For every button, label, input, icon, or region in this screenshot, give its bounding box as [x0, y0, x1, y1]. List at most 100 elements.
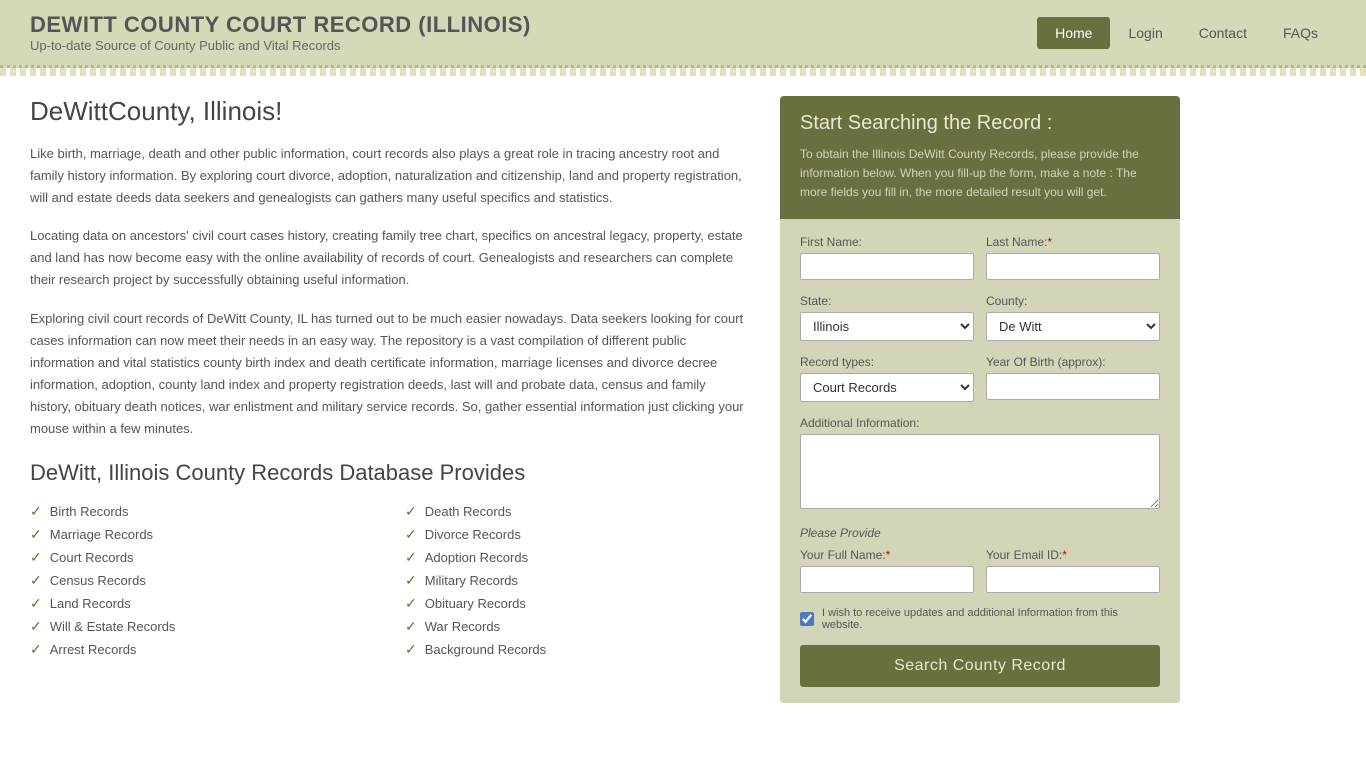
email-input[interactable]	[986, 566, 1160, 593]
paragraph-2: Locating data on ancestors' civil court …	[30, 225, 750, 291]
dot-strip	[0, 68, 1366, 76]
newsletter-checkbox[interactable]	[800, 612, 814, 626]
first-name-group: First Name:	[800, 235, 974, 280]
list-item: ✓ Background Records	[405, 638, 750, 661]
search-form-panel: Start Searching the Record : To obtain t…	[780, 96, 1180, 703]
list-item: ✓ Death Records	[405, 500, 750, 523]
nav-home[interactable]: Home	[1037, 17, 1110, 49]
newsletter-checkbox-row: I wish to receive updates and additional…	[800, 607, 1160, 631]
form-header: Start Searching the Record : To obtain t…	[780, 96, 1180, 219]
record-label: Birth Records	[50, 504, 129, 519]
record-label: Land Records	[50, 596, 131, 611]
county-group: County: De Witt Cook Lake DuPage	[986, 294, 1160, 341]
email-label: Your Email ID:*	[986, 548, 1160, 562]
last-name-input[interactable]	[986, 253, 1160, 280]
year-birth-input[interactable]	[986, 373, 1160, 400]
form-title: Start Searching the Record :	[800, 112, 1160, 135]
newsletter-label: I wish to receive updates and additional…	[822, 607, 1160, 631]
records-grid: ✓Birth Records✓Marriage Records✓Court Re…	[30, 500, 750, 661]
site-subtitle: Up-to-date Source of County Public and V…	[30, 38, 531, 53]
record-label: Arrest Records	[50, 642, 137, 657]
record-year-row: Record types: Court Records Birth Record…	[800, 355, 1160, 402]
check-icon: ✓	[405, 618, 417, 635]
state-group: State: Illinois Alabama Alaska Arizona	[800, 294, 974, 341]
state-county-row: State: Illinois Alabama Alaska Arizona C…	[800, 294, 1160, 341]
check-icon: ✓	[30, 503, 42, 520]
full-name-label: Your Full Name:*	[800, 548, 974, 562]
record-label: Court Records	[50, 550, 134, 565]
record-type-group: Record types: Court Records Birth Record…	[800, 355, 974, 402]
first-name-input[interactable]	[800, 253, 974, 280]
right-sidebar: Start Searching the Record : To obtain t…	[780, 96, 1180, 703]
record-label: Military Records	[425, 573, 518, 588]
list-item: ✓ Will & Estate Records	[30, 615, 375, 638]
record-label: Background Records	[425, 642, 546, 657]
records-left-col: ✓Birth Records✓Marriage Records✓Court Re…	[30, 500, 375, 661]
form-body: First Name: Last Name:* State:	[780, 219, 1180, 703]
list-item: ✓ Census Records	[30, 569, 375, 592]
year-birth-label: Year Of Birth (approx):	[986, 355, 1160, 369]
paragraph-3: Exploring civil court records of DeWitt …	[30, 308, 750, 441]
full-name-input[interactable]	[800, 566, 974, 593]
check-icon: ✓	[30, 549, 42, 566]
list-item: ✓ Court Records	[30, 546, 375, 569]
record-label: Will & Estate Records	[50, 619, 176, 634]
record-label: Obituary Records	[425, 596, 526, 611]
county-select[interactable]: De Witt Cook Lake DuPage	[986, 312, 1160, 341]
section-heading: DeWitt, Illinois County Records Database…	[30, 460, 750, 486]
state-select[interactable]: Illinois Alabama Alaska Arizona	[800, 312, 974, 341]
check-icon: ✓	[30, 618, 42, 635]
check-icon: ✓	[405, 526, 417, 543]
first-name-label: First Name:	[800, 235, 974, 249]
main-nav: Home Login Contact FAQs	[1037, 17, 1336, 49]
check-icon: ✓	[405, 641, 417, 658]
additional-info-textarea[interactable]	[800, 434, 1160, 509]
page-heading: DeWittCounty, Illinois!	[30, 96, 750, 127]
list-item: ✓Obituary Records	[405, 592, 750, 615]
site-header: DEWITT COUNTY COURT RECORD (ILLINOIS) Up…	[0, 0, 1366, 68]
list-item: ✓ Military Records	[405, 569, 750, 592]
record-label: Death Records	[425, 504, 512, 519]
name-row: First Name: Last Name:*	[800, 235, 1160, 280]
check-icon: ✓	[405, 572, 417, 589]
record-type-label: Record types:	[800, 355, 974, 369]
left-content: DeWittCounty, Illinois! Like birth, marr…	[30, 96, 750, 703]
check-icon: ✓	[30, 595, 42, 612]
main-container: DeWittCounty, Illinois! Like birth, marr…	[0, 76, 1366, 723]
state-label: State:	[800, 294, 974, 308]
record-label: Census Records	[50, 573, 146, 588]
nav-login[interactable]: Login	[1110, 17, 1180, 49]
check-icon: ✓	[405, 503, 417, 520]
record-label: Marriage Records	[50, 527, 153, 542]
additional-info-label: Additional Information:	[800, 416, 1160, 430]
nav-contact[interactable]: Contact	[1181, 17, 1265, 49]
list-item: ✓Marriage Records	[30, 523, 375, 546]
form-description: To obtain the Illinois DeWitt County Rec…	[800, 145, 1160, 203]
record-type-select[interactable]: Court Records Birth Records Marriage Rec…	[800, 373, 974, 402]
full-name-group: Your Full Name:*	[800, 548, 974, 593]
check-icon: ✓	[30, 572, 42, 589]
last-name-group: Last Name:*	[986, 235, 1160, 280]
list-item: ✓ Birth Records	[30, 500, 375, 523]
list-item: ✓ War Records	[405, 615, 750, 638]
email-group: Your Email ID:*	[986, 548, 1160, 593]
check-icon: ✓	[30, 641, 42, 658]
list-item: ✓ Divorce Records	[405, 523, 750, 546]
search-county-record-button[interactable]: Search County Record	[800, 645, 1160, 687]
paragraph-1: Like birth, marriage, death and other pu…	[30, 143, 750, 209]
record-label: Divorce Records	[425, 527, 521, 542]
list-item: ✓Adoption Records	[405, 546, 750, 569]
additional-info-group: Additional Information:	[800, 416, 1160, 512]
contact-row: Your Full Name:* Your Email ID:*	[800, 548, 1160, 593]
records-right-col: ✓ Death Records ✓ Divorce Records ✓Adoption …	[405, 500, 750, 661]
list-item: ✓ Land Records	[30, 592, 375, 615]
county-label: County:	[986, 294, 1160, 308]
list-item: ✓ Arrest Records	[30, 638, 375, 661]
nav-faqs[interactable]: FAQs	[1265, 17, 1336, 49]
year-birth-group: Year Of Birth (approx):	[986, 355, 1160, 402]
check-icon: ✓	[405, 549, 417, 566]
please-provide-label: Please Provide	[800, 526, 1160, 540]
header-branding: DEWITT COUNTY COURT RECORD (ILLINOIS) Up…	[30, 12, 531, 53]
record-label: War Records	[425, 619, 500, 634]
site-title: DEWITT COUNTY COURT RECORD (ILLINOIS)	[30, 12, 531, 38]
